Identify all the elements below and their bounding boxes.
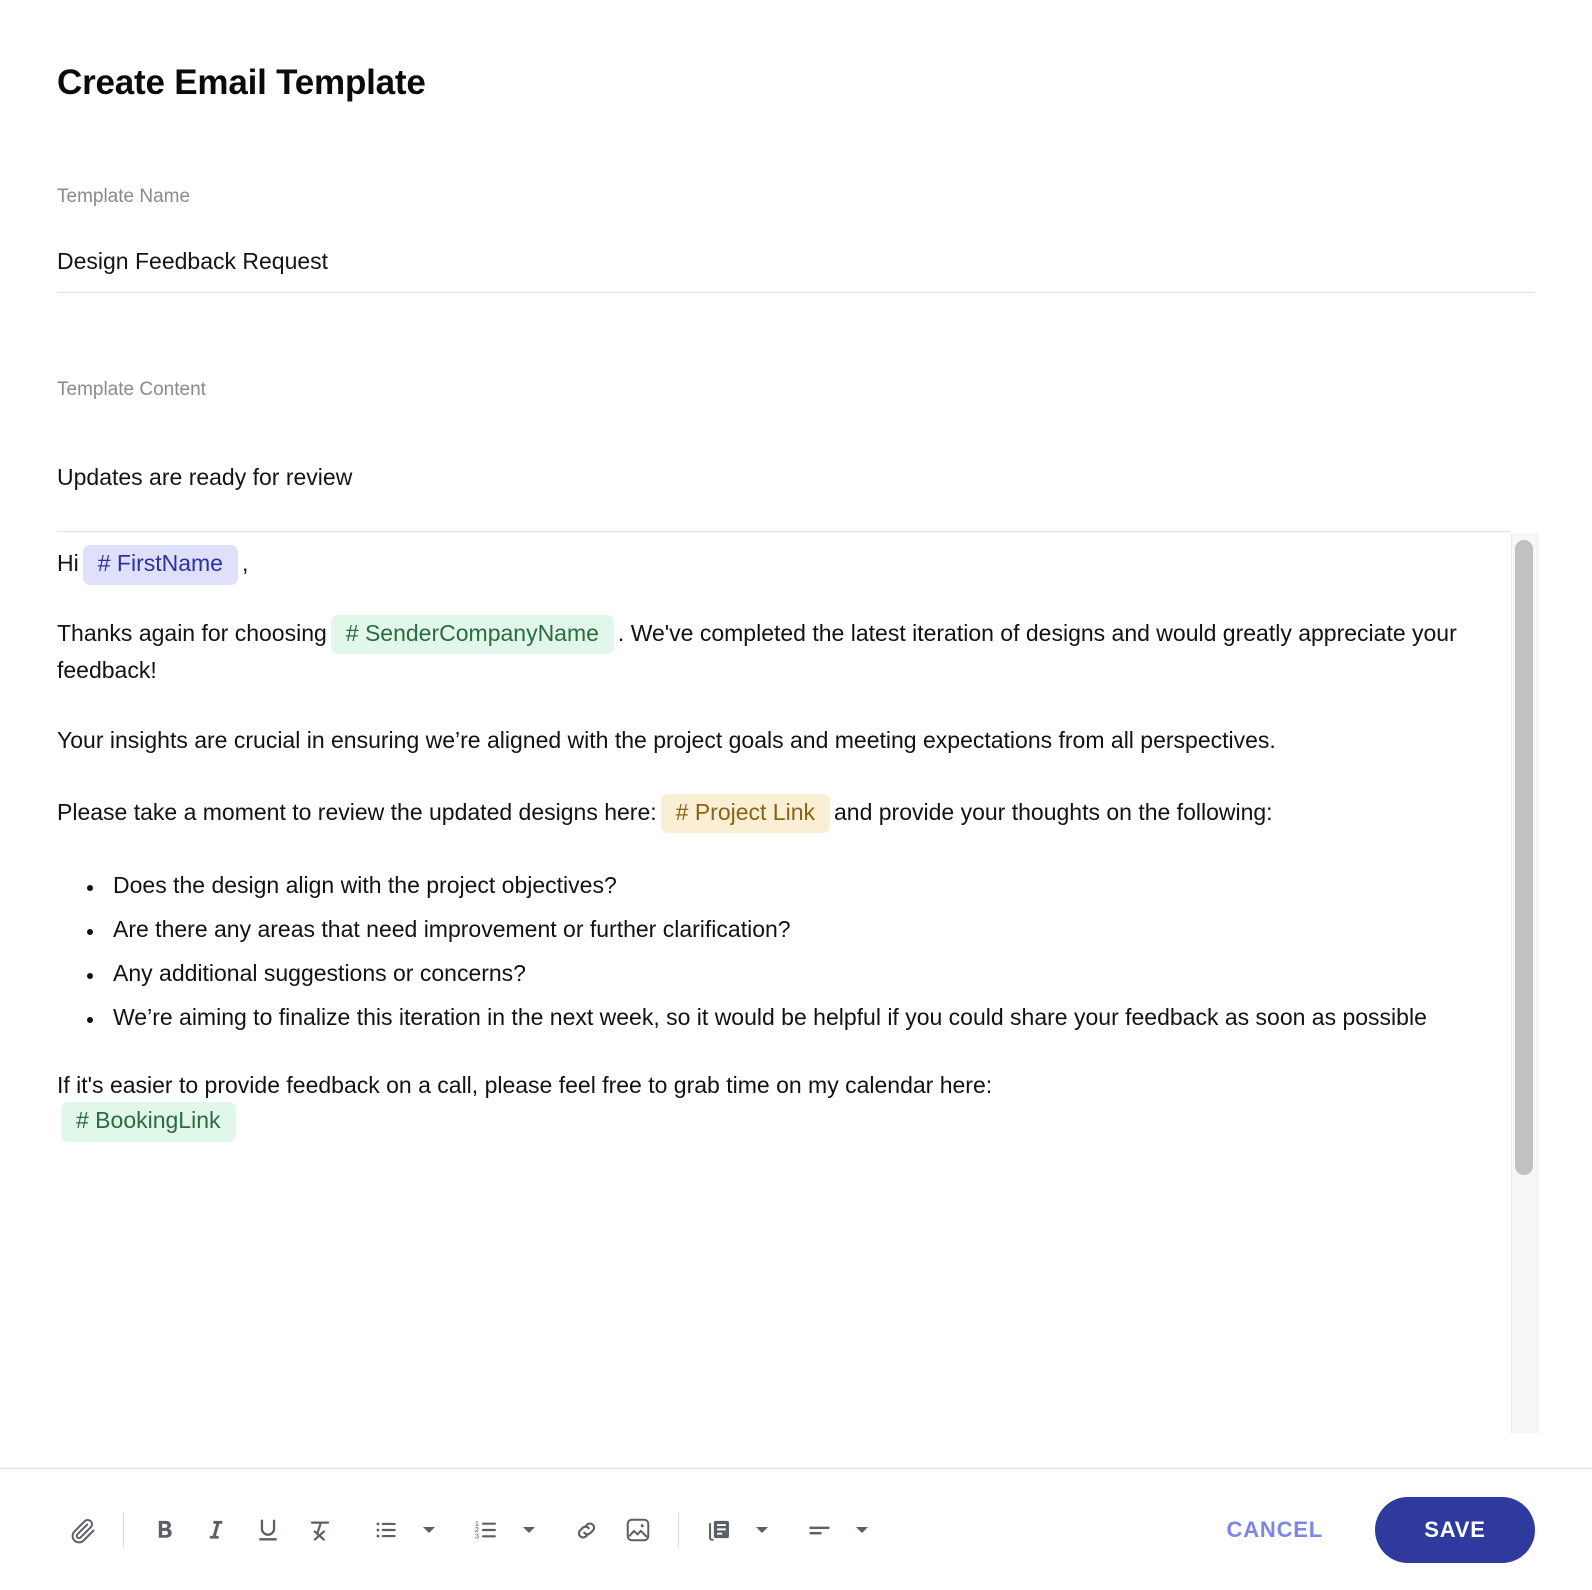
editor-scrollbar-thumb[interactable] [1515, 540, 1533, 1175]
create-email-template-page: Create Email Template Template Name Desi… [0, 0, 1592, 1590]
token-project-link[interactable]: # Project Link [660, 793, 830, 834]
svg-text:3: 3 [475, 1531, 479, 1540]
bulleted-list-chevron-down-icon[interactable] [412, 1504, 446, 1556]
template-icon[interactable] [693, 1504, 745, 1556]
list-item: Does the design align with the project o… [105, 869, 1477, 903]
paragraph-3-after: and provide your thoughts on the followi… [834, 798, 1273, 825]
editor-paragraph-3: Please take a moment to review the updat… [57, 793, 1477, 834]
editor-paragraph-2: Your insights are crucial in ensuring we… [57, 726, 1276, 753]
horizontal-rule-chevron-down-icon[interactable] [845, 1504, 879, 1556]
template-name-label: Template Name [57, 186, 191, 207]
page-title: Create Email Template [57, 63, 426, 102]
toolbar-divider-2 [678, 1513, 679, 1547]
numbered-list-chevron-down-icon[interactable] [512, 1504, 546, 1556]
rich-text-editor[interactable]: Hi # FirstName, Thanks again for choosing… [57, 545, 1477, 1425]
editor-bullet-list: Does the design align with the project o… [57, 869, 1477, 1034]
numbered-list-icon[interactable]: 1 2 3 [460, 1504, 512, 1556]
editor-greeting: Hi # FirstName, [57, 545, 1477, 585]
editor-paragraph-1: Thanks again for choosing # SenderCompany… [57, 614, 1477, 688]
template-name-underline [57, 292, 1535, 293]
bold-icon[interactable] [138, 1504, 190, 1556]
editor-paragraph-4: If it's easier to provide feedback on a … [57, 1069, 1477, 1142]
token-booking-link[interactable]: # BookingLink [61, 1102, 236, 1142]
toolbar-actions: CANCEL SAVE [1213, 1469, 1535, 1590]
toolbar-divider-1 [123, 1513, 124, 1547]
token-sender-company-name[interactable]: # SenderCompanyName [330, 614, 614, 655]
italic-icon[interactable] [190, 1504, 242, 1556]
paragraph-3-before: Please take a moment to review the updat… [57, 798, 657, 825]
attach-icon[interactable] [57, 1504, 109, 1556]
list-item: Any additional suggestions or concerns? [105, 957, 1477, 991]
template-content-label: Template Content [57, 379, 206, 400]
token-first-name[interactable]: # FirstName [82, 545, 238, 585]
horizontal-rule-icon[interactable] [793, 1504, 845, 1556]
greeting-prefix: Hi [57, 550, 79, 576]
subject-underline [57, 531, 1510, 532]
save-button[interactable]: SAVE [1375, 1497, 1535, 1563]
image-icon[interactable] [612, 1504, 664, 1556]
list-item: We’re aiming to finalize this iteration … [105, 1001, 1477, 1035]
underline-icon[interactable] [242, 1504, 294, 1556]
paragraph-1-before: Thanks again for choosing [57, 619, 327, 646]
template-name-input[interactable]: Design Feedback Request [57, 248, 328, 275]
clear-formatting-icon[interactable] [294, 1504, 346, 1556]
link-icon[interactable] [560, 1504, 612, 1556]
cancel-button[interactable]: CANCEL [1213, 1507, 1337, 1553]
template-chevron-down-icon[interactable] [745, 1504, 779, 1556]
bulleted-list-icon[interactable] [360, 1504, 412, 1556]
greeting-suffix: , [241, 550, 249, 576]
toolbar-tools: 1 2 3 [57, 1469, 879, 1590]
subject-input[interactable]: Updates are ready for review [57, 464, 352, 491]
paragraph-4-before: If it's easier to provide feedback on a … [57, 1071, 993, 1098]
editor-toolbar: 1 2 3 CANCEL SAVE [0, 1468, 1592, 1590]
list-item: Are there any areas that need improvemen… [105, 913, 1477, 947]
